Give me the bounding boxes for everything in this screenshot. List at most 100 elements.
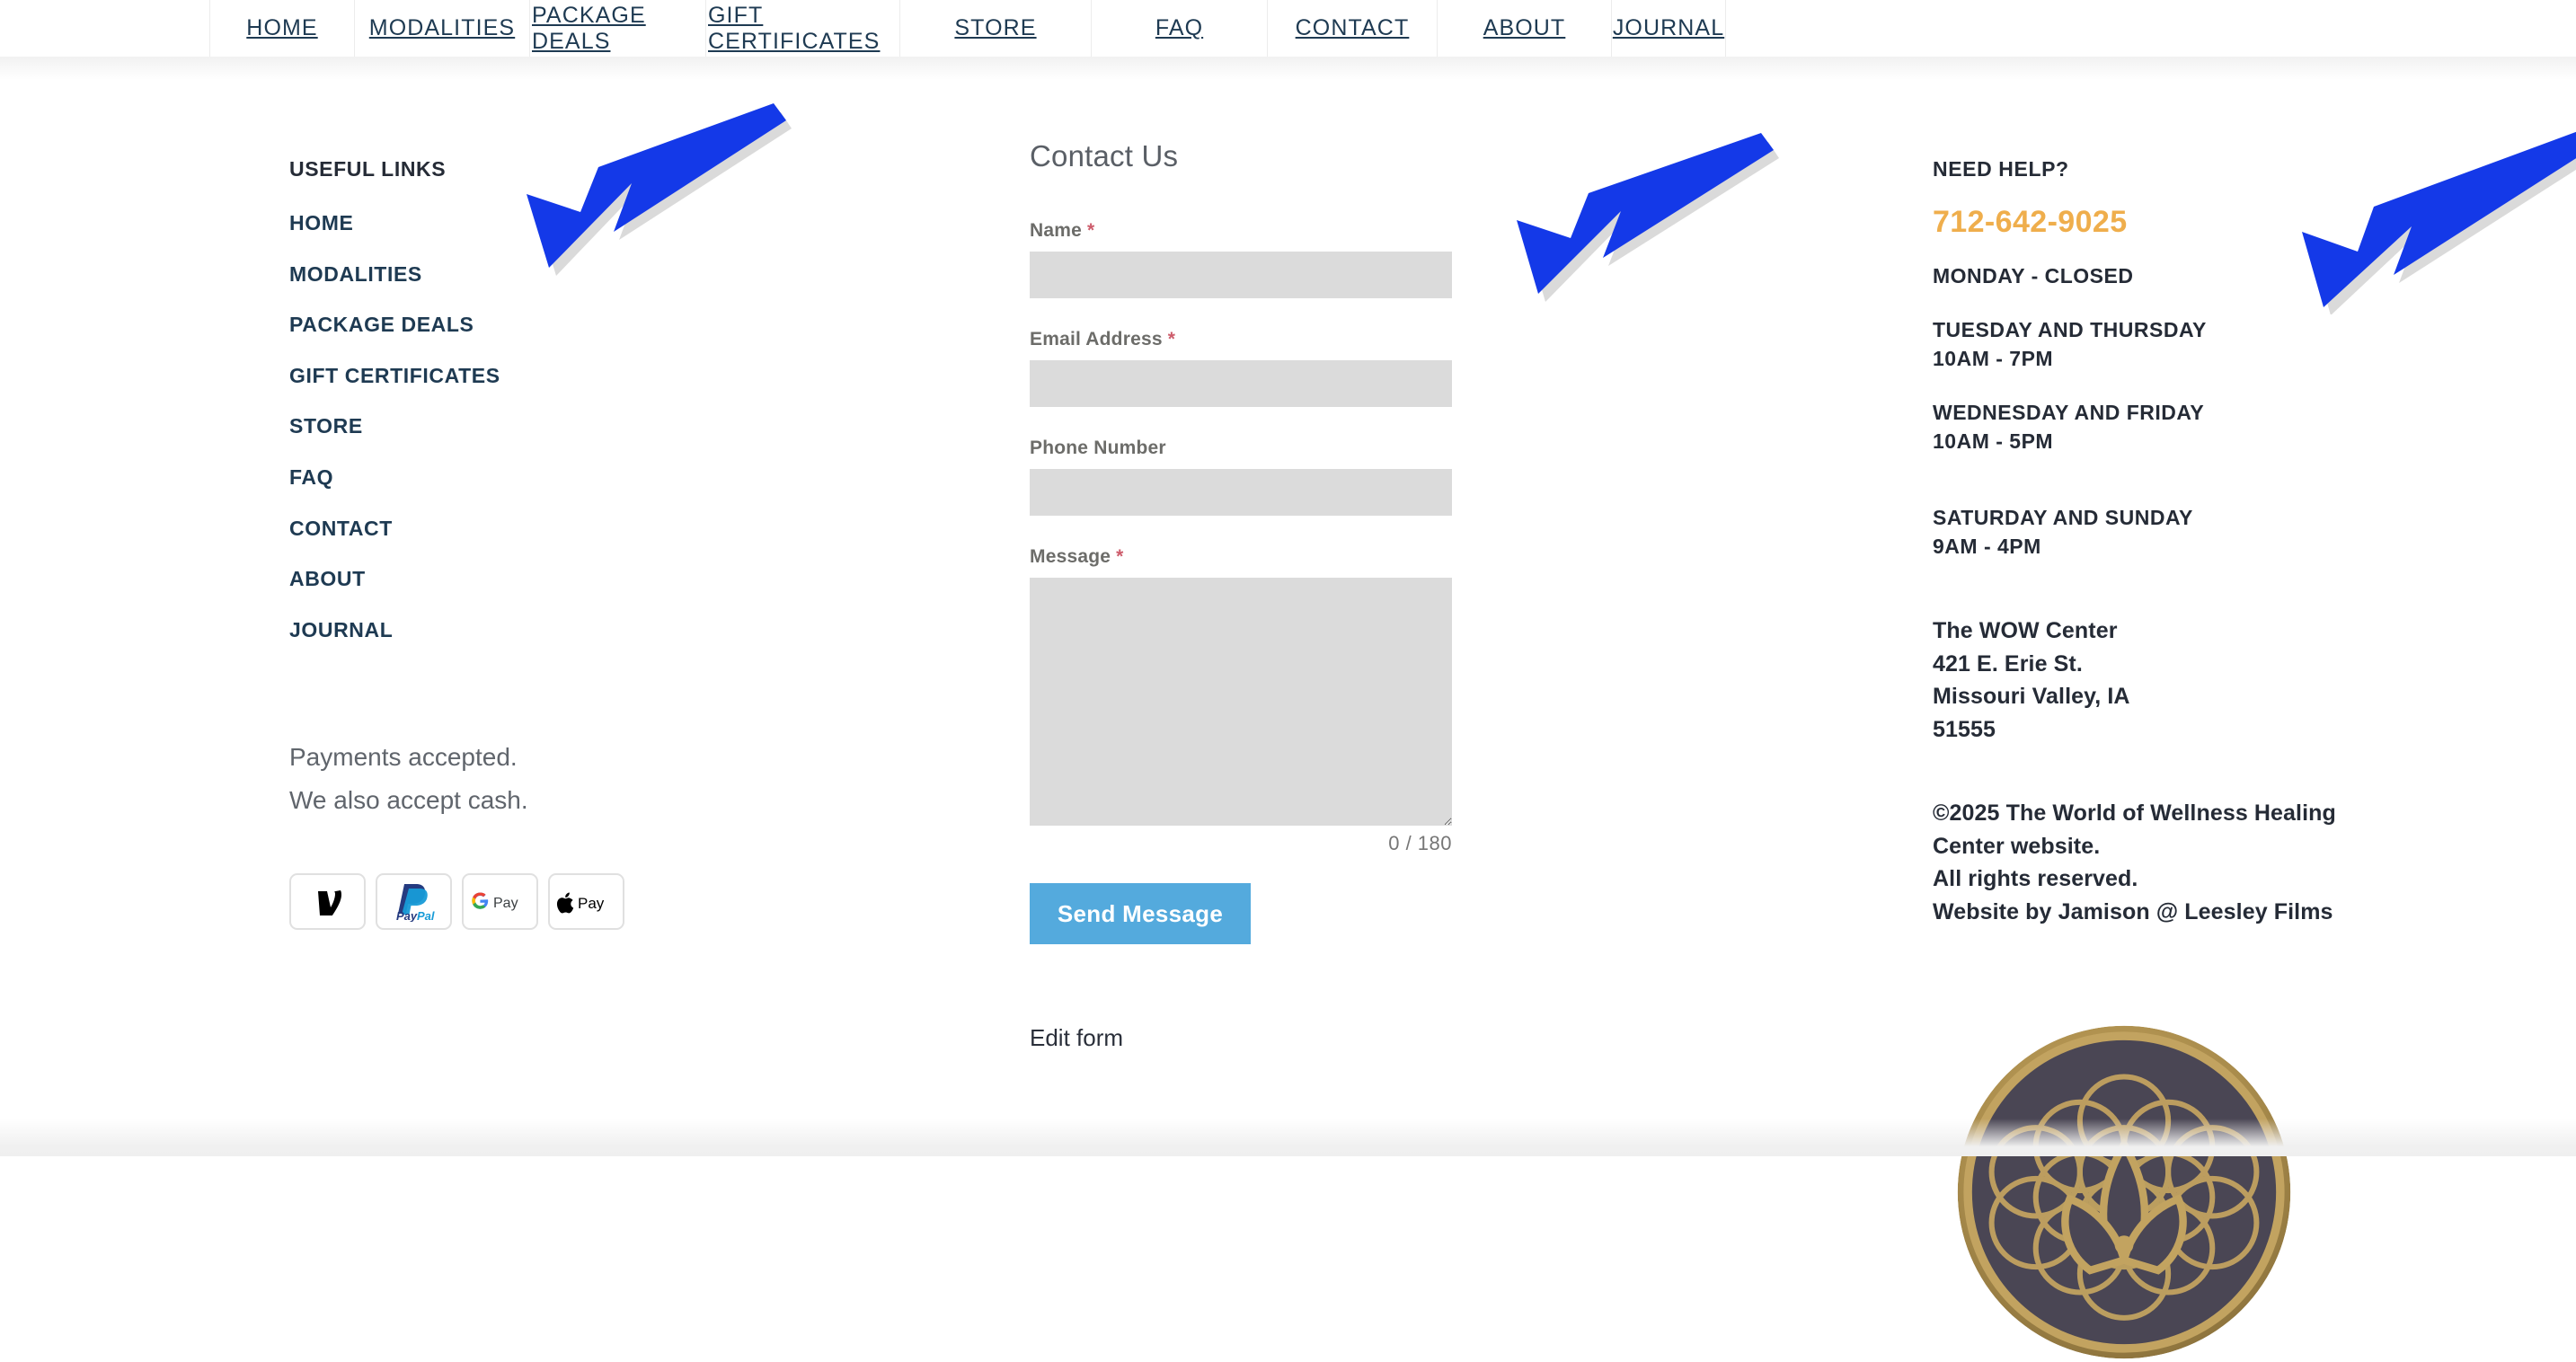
required-asterisk: * bbox=[1087, 220, 1095, 241]
name-label-text: Name bbox=[1030, 220, 1082, 241]
google-pay-icon: Pay bbox=[462, 873, 538, 931]
email-field-label: Email Address * bbox=[1030, 329, 1533, 350]
venmo-icon bbox=[289, 873, 366, 931]
nav-item-label: CONTACT bbox=[1295, 15, 1410, 40]
useful-link-faq[interactable]: FAQ bbox=[289, 452, 864, 503]
nav-item-label: ABOUT bbox=[1483, 15, 1566, 40]
nav-item-label: GIFT CERTIFICATES bbox=[708, 2, 881, 54]
apple-pay-icon: Pay bbox=[548, 873, 624, 931]
name-field-label: Name * bbox=[1030, 220, 1533, 242]
nav-item-label: HOME bbox=[246, 15, 318, 40]
nav-item-faq[interactable]: FAQ bbox=[1091, 0, 1267, 57]
hours-time-label: 10AM - 7PM bbox=[1933, 347, 2054, 370]
required-asterisk: * bbox=[1167, 329, 1176, 349]
phone-input[interactable] bbox=[1030, 469, 1452, 516]
list-item: MODALITIES bbox=[289, 249, 864, 300]
payments-line-1: Payments accepted. bbox=[289, 743, 518, 772]
character-counter: 0 / 180 bbox=[1388, 832, 1452, 854]
list-item: JOURNAL bbox=[289, 605, 864, 656]
need-help-column: NEED HELP? 712-642-9025 MONDAY - CLOSED … bbox=[1933, 57, 2508, 928]
svg-text:Pal: Pal bbox=[417, 909, 435, 922]
useful-link-gift-certificates[interactable]: GIFT CERTIFICATES bbox=[289, 350, 864, 402]
lotus-mandala-logo bbox=[1957, 1025, 2291, 1359]
phone-field-block: Phone Number bbox=[1030, 407, 1533, 516]
phone-label-text: Phone Number bbox=[1030, 438, 1166, 458]
hours-time-label: 10AM - 5PM bbox=[1933, 429, 2054, 453]
message-field-block: Message * 0 / 180 bbox=[1030, 516, 1533, 855]
list-item: CONTACT bbox=[289, 503, 864, 554]
required-asterisk: * bbox=[1116, 546, 1124, 567]
useful-link-about[interactable]: ABOUT bbox=[289, 553, 864, 605]
list-item: FAQ bbox=[289, 452, 864, 503]
list-item: STORE bbox=[289, 401, 864, 452]
list-item: PACKAGE DEALS bbox=[289, 299, 864, 350]
nav-item-label: PACKAGE DEALS bbox=[532, 2, 646, 54]
hours-days-label: TUESDAY AND THURSDAY bbox=[1933, 318, 2207, 341]
nav-item-modalities[interactable]: MODALITIES bbox=[354, 0, 529, 57]
need-help-heading: NEED HELP? bbox=[1933, 157, 2069, 181]
nav-item-gift-certificates[interactable]: GIFT CERTIFICATES bbox=[705, 0, 899, 57]
payments-accepted-text: Payments accepted. We also accept cash. bbox=[289, 655, 864, 822]
contact-form-column: Contact Us Name * Email Address * Phone … bbox=[1030, 57, 1533, 1052]
nav-item-store[interactable]: STORE bbox=[899, 0, 1091, 57]
nav-item-contact[interactable]: CONTACT bbox=[1267, 0, 1437, 57]
hours-monday: MONDAY - CLOSED bbox=[1933, 261, 2508, 290]
hours-tuesday-thursday: TUESDAY AND THURSDAY 10AM - 7PM bbox=[1933, 315, 2508, 373]
phone-field-label: Phone Number bbox=[1030, 438, 1533, 459]
nav-item-home[interactable]: HOME bbox=[209, 0, 354, 57]
useful-link-contact[interactable]: CONTACT bbox=[289, 503, 864, 554]
hours-time-label: 9AM - 4PM bbox=[1933, 535, 2041, 558]
useful-link-home[interactable]: HOME bbox=[289, 198, 864, 249]
svg-text:Pay: Pay bbox=[493, 896, 518, 911]
top-navigation-bar: HOME MODALITIES PACKAGE DEALS GIFT CERTI… bbox=[0, 0, 2576, 57]
copyright-notice: ©2025 The World of Wellness Healing Cent… bbox=[1933, 797, 2508, 928]
name-field-block: Name * bbox=[1030, 173, 1533, 298]
phone-number-link[interactable]: 712-642-9025 bbox=[1933, 205, 2508, 240]
paypal-icon: Pay Pal bbox=[376, 873, 452, 931]
useful-link-store[interactable]: STORE bbox=[289, 401, 864, 452]
address-line-3: Missouri Valley, IA bbox=[1933, 684, 2130, 709]
copyright-line-3: All rights reserved. bbox=[1933, 866, 2138, 891]
message-textarea[interactable] bbox=[1030, 578, 1452, 826]
contact-form-title: Contact Us bbox=[1030, 139, 1179, 172]
useful-links-column: USEFUL LINKS HOME MODALITIES PACKAGE DEA… bbox=[289, 57, 864, 931]
copyright-line-1: ©2025 The World of Wellness Healing bbox=[1933, 800, 2336, 826]
hours-days-label: WEDNESDAY AND FRIDAY bbox=[1933, 401, 2205, 424]
send-message-button[interactable]: Send Message bbox=[1030, 883, 1251, 944]
nav-item-journal[interactable]: JOURNAL bbox=[1611, 0, 1726, 57]
hours-days-label: SATURDAY AND SUNDAY bbox=[1933, 506, 2193, 529]
svg-text:Pay: Pay bbox=[578, 895, 605, 912]
nav-item-label: JOURNAL bbox=[1612, 15, 1725, 40]
hours-wednesday-friday: WEDNESDAY AND FRIDAY 10AM - 5PM bbox=[1933, 398, 2508, 455]
useful-link-modalities[interactable]: MODALITIES bbox=[289, 249, 864, 300]
list-item: GIFT CERTIFICATES bbox=[289, 350, 864, 402]
svg-text:Pay: Pay bbox=[396, 909, 418, 922]
payment-badges-row: Pay Pal Pay Pay bbox=[289, 873, 864, 931]
address-line-4: 51555 bbox=[1933, 716, 1996, 742]
useful-links-heading: USEFUL LINKS bbox=[289, 157, 447, 181]
copyright-line-2: Center website. bbox=[1933, 833, 2101, 859]
email-field-block: Email Address * bbox=[1030, 298, 1533, 407]
useful-link-journal[interactable]: JOURNAL bbox=[289, 605, 864, 656]
hours-saturday-sunday: SATURDAY AND SUNDAY 9AM - 4PM bbox=[1933, 503, 2508, 561]
address-line-2: 421 E. Erie St. bbox=[1933, 650, 2083, 677]
nav-item-about[interactable]: ABOUT bbox=[1437, 0, 1611, 57]
address-line-1: The WOW Center bbox=[1933, 618, 2118, 643]
nav-item-label: STORE bbox=[954, 15, 1037, 40]
email-label-text: Email Address bbox=[1030, 329, 1163, 349]
list-item: ABOUT bbox=[289, 553, 864, 605]
edit-form-link[interactable]: Edit form bbox=[1030, 1024, 1533, 1052]
useful-link-package-deals[interactable]: PACKAGE DEALS bbox=[289, 299, 864, 350]
message-label-text: Message bbox=[1030, 546, 1111, 567]
hours-days-label: MONDAY - CLOSED bbox=[1933, 264, 2134, 287]
nav-item-label: MODALITIES bbox=[368, 15, 516, 40]
name-input[interactable] bbox=[1030, 252, 1452, 298]
copyright-line-4: Website by Jamison @ Leesley Films bbox=[1933, 898, 2333, 924]
nav-item-label: FAQ bbox=[1155, 15, 1204, 40]
message-field-label: Message * bbox=[1030, 546, 1533, 568]
useful-links-list: HOME MODALITIES PACKAGE DEALS GIFT CERTI… bbox=[289, 198, 864, 655]
nav-item-package-deals[interactable]: PACKAGE DEALS bbox=[529, 0, 705, 57]
business-address: The WOW Center 421 E. Erie St. Missouri … bbox=[1933, 615, 2508, 746]
list-item: HOME bbox=[289, 198, 864, 249]
email-input[interactable] bbox=[1030, 360, 1452, 407]
